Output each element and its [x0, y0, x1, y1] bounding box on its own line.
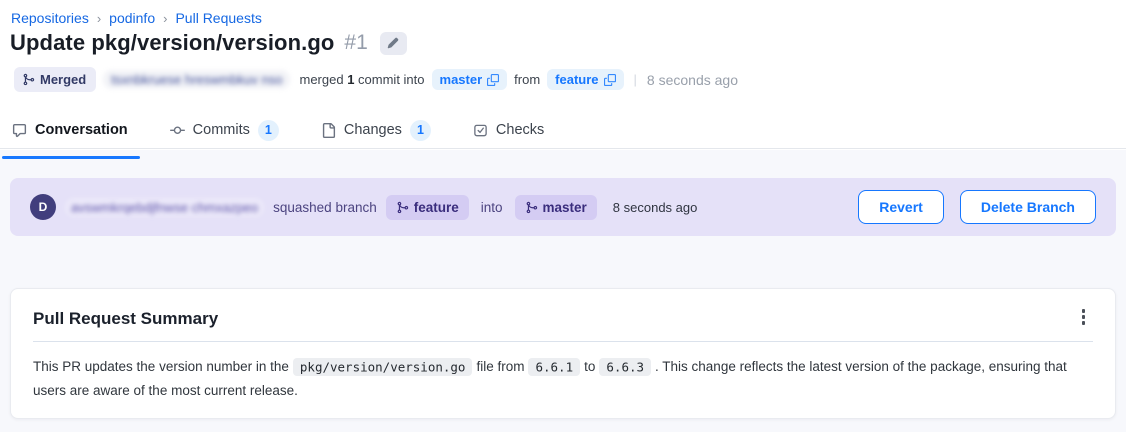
- merge-event-banner: D avswmkrqebdjfnwse chmxazpeo squashed b…: [10, 178, 1116, 236]
- source-branch-label: feature: [555, 72, 598, 87]
- redacted-username: tsxnbkruese hreswmbkuv nso: [103, 70, 290, 89]
- git-merge-icon: [22, 73, 35, 86]
- copy-icon[interactable]: [604, 74, 616, 86]
- target-branch-chip[interactable]: master: [432, 69, 508, 90]
- status-badge: Merged: [14, 67, 96, 92]
- source-branch-badge[interactable]: feature: [386, 195, 469, 220]
- file-icon: [321, 123, 336, 138]
- git-commit-icon: [170, 123, 185, 138]
- pr-meta-row: Merged tsxnbkruese hreswmbkuv nso merged…: [14, 67, 738, 92]
- breadcrumb-separator-icon: ›: [97, 11, 101, 26]
- code-span-new-version: 6.6.3: [599, 358, 651, 376]
- copy-icon[interactable]: [487, 74, 499, 86]
- card-title: Pull Request Summary: [33, 309, 218, 329]
- pr-timestamp: 8 seconds ago: [647, 72, 738, 88]
- target-branch-label: master: [440, 72, 483, 87]
- tab-changes[interactable]: Changes 1: [321, 111, 431, 149]
- delete-branch-button[interactable]: Delete Branch: [960, 190, 1096, 224]
- commit-count: 1: [347, 72, 354, 87]
- code-span-filename: pkg/version/version.go: [293, 358, 473, 376]
- breadcrumb-podinfo[interactable]: podinfo: [109, 10, 155, 26]
- title-row: Update pkg/version/version.go #1: [10, 30, 407, 56]
- revert-button[interactable]: Revert: [858, 190, 944, 224]
- pencil-icon: [387, 37, 399, 49]
- breadcrumb-separator-icon: ›: [163, 11, 167, 26]
- kebab-menu-icon[interactable]: [1076, 305, 1092, 329]
- banner-action-text: squashed branch: [273, 200, 377, 215]
- page-title: Update pkg/version/version.go: [10, 30, 334, 56]
- merge-action-post: commit into: [358, 72, 424, 87]
- target-branch-badge[interactable]: master: [515, 195, 597, 220]
- merge-action-pre: merged: [299, 72, 343, 87]
- edit-title-button[interactable]: [380, 32, 407, 55]
- summary-text: This PR updates the version number in th…: [33, 359, 289, 374]
- tab-commits[interactable]: Commits 1: [170, 111, 279, 149]
- redacted-username: avswmkrqebdjfnwse chmxazpeo: [65, 198, 264, 217]
- tab-conversation-label: Conversation: [35, 122, 128, 138]
- git-merge-icon: [525, 201, 538, 214]
- tab-bar: Conversation Commits 1 Changes 1 Checks: [12, 111, 544, 149]
- pr-summary-body: This PR updates the version number in th…: [33, 355, 1093, 403]
- status-badge-label: Merged: [40, 72, 86, 87]
- pr-number: #1: [344, 31, 367, 55]
- source-branch-badge-label: feature: [414, 200, 459, 215]
- summary-text: to: [584, 359, 595, 374]
- source-branch-chip[interactable]: feature: [547, 69, 623, 90]
- tab-changes-count-badge: 1: [410, 120, 431, 141]
- card-divider: [33, 341, 1093, 342]
- card-header: Pull Request Summary: [33, 309, 1093, 329]
- tab-changes-label: Changes: [344, 122, 402, 138]
- code-span-old-version: 6.6.1: [528, 358, 580, 376]
- into-label: into: [481, 200, 503, 215]
- target-branch-badge-label: master: [543, 200, 587, 215]
- banner-timestamp: 8 seconds ago: [613, 200, 698, 215]
- from-label: from: [514, 72, 540, 87]
- pr-summary-card: Pull Request Summary This PR updates the…: [10, 288, 1116, 419]
- tab-checks-label: Checks: [496, 122, 544, 138]
- git-merge-icon: [396, 201, 409, 214]
- merge-action-text: merged 1 commit into: [299, 72, 424, 87]
- breadcrumb-repositories[interactable]: Repositories: [11, 10, 89, 26]
- tab-conversation[interactable]: Conversation: [12, 111, 128, 149]
- breadcrumb: Repositories › podinfo › Pull Requests: [11, 10, 262, 26]
- summary-text: file from: [476, 359, 524, 374]
- pull-request-page: Repositories › podinfo › Pull Requests U…: [0, 0, 1126, 432]
- tab-checks[interactable]: Checks: [473, 111, 544, 149]
- tab-commits-count-badge: 1: [258, 120, 279, 141]
- check-square-icon: [473, 123, 488, 138]
- meta-divider: |: [634, 72, 637, 87]
- tab-commits-label: Commits: [193, 122, 250, 138]
- avatar[interactable]: D: [30, 194, 56, 220]
- banner-actions: Revert Delete Branch: [858, 190, 1096, 224]
- comment-icon: [12, 123, 27, 138]
- breadcrumb-pull-requests[interactable]: Pull Requests: [175, 10, 261, 26]
